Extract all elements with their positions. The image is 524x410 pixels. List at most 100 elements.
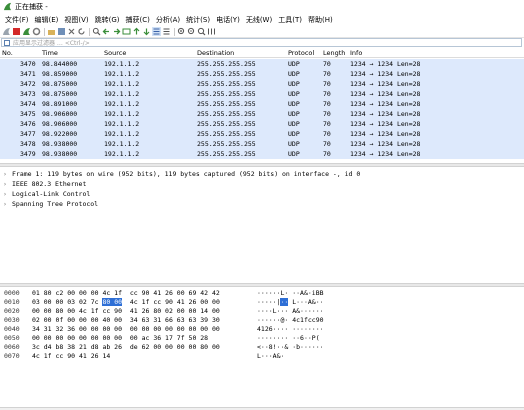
menu-go[interactable]: 跳转(G)	[92, 15, 123, 25]
packet-destination: 255.255.255.255	[197, 70, 256, 78]
packet-source: 192.1.1.2	[104, 130, 140, 138]
packet-time: 98.859000	[42, 70, 78, 78]
packet-row[interactable]: 3478 98.938000 192.1.1.2 255.255.255.255 UDP…	[0, 139, 524, 149]
menu-help[interactable]: 帮助(H)	[305, 15, 336, 25]
menu-edit[interactable]: 编辑(E)	[32, 15, 62, 25]
packet-row[interactable]: 3471 98.859000 192.1.1.2 255.255.255.255 UDP…	[0, 69, 524, 79]
hex-row[interactable]: 0040 34 31 32 36 00 00 00 00 00 00 00 00 …	[0, 325, 524, 334]
packet-protocol: UDP	[288, 70, 300, 78]
detail-row-frame[interactable]: › Frame 1: 119 bytes on wire (952 bits), …	[3, 169, 360, 179]
menu-analyze[interactable]: 分析(A)	[153, 15, 183, 25]
detail-row-stp[interactable]: › Spanning Tree Protocol	[3, 199, 98, 209]
menu-view[interactable]: 视图(V)	[61, 15, 91, 25]
autoscroll-icon[interactable]	[152, 27, 161, 36]
last-packet-icon[interactable]	[142, 27, 151, 36]
hex-row[interactable]: 0000 01 80 c2 00 00 00 4c 1f cc 90 41 26 …	[0, 289, 524, 298]
packet-length: 70	[323, 60, 331, 68]
packet-row[interactable]: 3472 98.875000 192.1.1.2 255.255.255.255 UDP…	[0, 79, 524, 89]
packet-time: 98.891000	[42, 100, 78, 108]
zoom-out-icon[interactable]	[187, 27, 196, 36]
chevron-right-icon[interactable]: ›	[3, 180, 10, 188]
go-back-icon[interactable]	[102, 27, 111, 36]
chevron-right-icon[interactable]: ›	[3, 200, 10, 208]
hex-ascii-part: ·····|	[257, 298, 281, 306]
packet-time: 98.922000	[42, 130, 78, 138]
menu-statistics[interactable]: 统计(S)	[183, 15, 213, 25]
packet-length: 70	[323, 150, 331, 158]
packet-protocol: UDP	[288, 60, 300, 68]
column-length[interactable]: Length	[323, 49, 345, 57]
detail-row-llc[interactable]: › Logical-Link Control	[3, 189, 90, 199]
zoom-in-icon[interactable]	[177, 27, 186, 36]
column-protocol[interactable]: Protocol	[288, 49, 314, 57]
open-icon[interactable]	[47, 27, 56, 36]
packet-no: 3471	[20, 70, 36, 78]
detail-text: Frame 1: 119 bytes on wire (952 bits), 1…	[12, 170, 361, 178]
packet-row[interactable]: 3474 98.891000 192.1.1.2 255.255.255.255 UDP…	[0, 99, 524, 109]
column-info[interactable]: Info	[350, 49, 362, 57]
column-time[interactable]: Time	[42, 49, 58, 57]
chevron-right-icon[interactable]: ›	[3, 170, 10, 178]
detail-text: Spanning Tree Protocol	[12, 200, 99, 208]
first-packet-icon[interactable]	[132, 27, 141, 36]
column-destination[interactable]: Destination	[197, 49, 234, 57]
menu-telephony[interactable]: 电话(Y)	[213, 15, 243, 25]
restart-icon[interactable]	[22, 27, 31, 36]
detail-text: IEEE 802.3 Ethernet	[12, 180, 87, 188]
packet-no: 3474	[20, 100, 36, 108]
packet-row[interactable]: 3473 98.875000 192.1.1.2 255.255.255.255 UDP…	[0, 89, 524, 99]
colorize-icon[interactable]	[162, 27, 171, 36]
toolbar-separator	[89, 27, 90, 36]
title-bar: 正在捕获 -	[0, 0, 524, 13]
hex-offset: 0010	[4, 298, 20, 306]
packet-protocol: UDP	[288, 150, 300, 158]
find-icon[interactable]	[92, 27, 101, 36]
packet-protocol: UDP	[288, 100, 300, 108]
go-forward-icon[interactable]	[112, 27, 121, 36]
menu-tools[interactable]: 工具(T)	[275, 15, 305, 25]
packet-list-header: No. Time Source Destination Protocol Len…	[0, 48, 524, 58]
packet-row[interactable]: 3470 98.844000 192.1.1.2 255.255.255.255 UDP…	[0, 59, 524, 69]
packet-info: 1234 → 1234 Len=28	[350, 150, 421, 158]
detail-row-ethernet[interactable]: › IEEE 802.3 Ethernet	[3, 179, 86, 189]
hex-row[interactable]: 0070 4c 1f cc 90 41 26 14 L···A&·	[0, 352, 524, 361]
display-filter-input[interactable]: 应用显示过滤器 … <Ctrl-/>	[1, 38, 522, 47]
packet-info: 1234 → 1234 Len=28	[350, 80, 421, 88]
close-file-icon[interactable]	[67, 27, 76, 36]
go-to-packet-icon[interactable]	[122, 27, 131, 36]
packet-destination: 255.255.255.255	[197, 150, 256, 158]
hex-row[interactable]: 0020 00 00 80 00 4c 1f cc 90 41 26 80 02 …	[0, 307, 524, 316]
menu-file[interactable]: 文件(F)	[2, 15, 32, 25]
packet-source: 192.1.1.2	[104, 100, 140, 108]
save-icon[interactable]	[57, 27, 66, 36]
packet-destination: 255.255.255.255	[197, 130, 256, 138]
packet-row[interactable]: 3477 98.922000 192.1.1.2 255.255.255.255 UDP…	[0, 129, 524, 139]
hex-row[interactable]: 0030 02 00 0f 00 00 00 40 00 34 63 31 66 …	[0, 316, 524, 325]
column-no[interactable]: No.	[2, 49, 13, 57]
packet-bytes: 0000 01 80 c2 00 00 00 4c 1f cc 90 41 26 …	[0, 287, 524, 407]
packet-row[interactable]: 3476 98.906000 192.1.1.2 255.255.255.255 UDP…	[0, 119, 524, 129]
options-icon[interactable]	[32, 27, 41, 36]
packet-info: 1234 → 1234 Len=28	[350, 140, 421, 148]
hex-row[interactable]: 0010 03 00 00 03 02 7c 80 00 4c 1f cc 90 …	[0, 298, 524, 307]
menu-wireless[interactable]: 无线(W)	[243, 15, 275, 25]
reload-icon[interactable]	[77, 27, 86, 36]
hex-row[interactable]: 0060 3c d4 b8 38 21 d8 ab 26 de 62 00 00 …	[0, 343, 524, 352]
hex-row[interactable]: 0050 00 00 00 00 00 00 00 00 00 ac 36 17 …	[0, 334, 524, 343]
hex-ascii: ····L··· A&······	[257, 307, 324, 315]
stop-icon[interactable]	[12, 27, 21, 36]
filter-bookmark-icon[interactable]	[4, 39, 10, 46]
packet-time: 98.938000	[42, 140, 78, 148]
chevron-right-icon[interactable]: ›	[3, 190, 10, 198]
resize-columns-icon[interactable]	[207, 27, 216, 36]
packet-row[interactable]: 3479 98.938000 192.1.1.2 255.255.255.255 UDP…	[0, 149, 524, 159]
packet-info: 1234 → 1234 Len=28	[350, 60, 421, 68]
packet-row[interactable]: 3475 98.906000 192.1.1.2 255.255.255.255 UDP…	[0, 109, 524, 119]
hex-selected-bytes[interactable]: 80 00	[102, 298, 123, 306]
hex-bytes: 3c d4 b8 38 21 d8 ab 26 de 62 00 00 00 0…	[32, 343, 220, 351]
shark-fin-icon[interactable]	[2, 27, 11, 36]
menu-capture[interactable]: 捕获(C)	[123, 15, 153, 25]
zoom-reset-icon[interactable]	[197, 27, 206, 36]
packet-protocol: UDP	[288, 90, 300, 98]
column-source[interactable]: Source	[104, 49, 126, 57]
